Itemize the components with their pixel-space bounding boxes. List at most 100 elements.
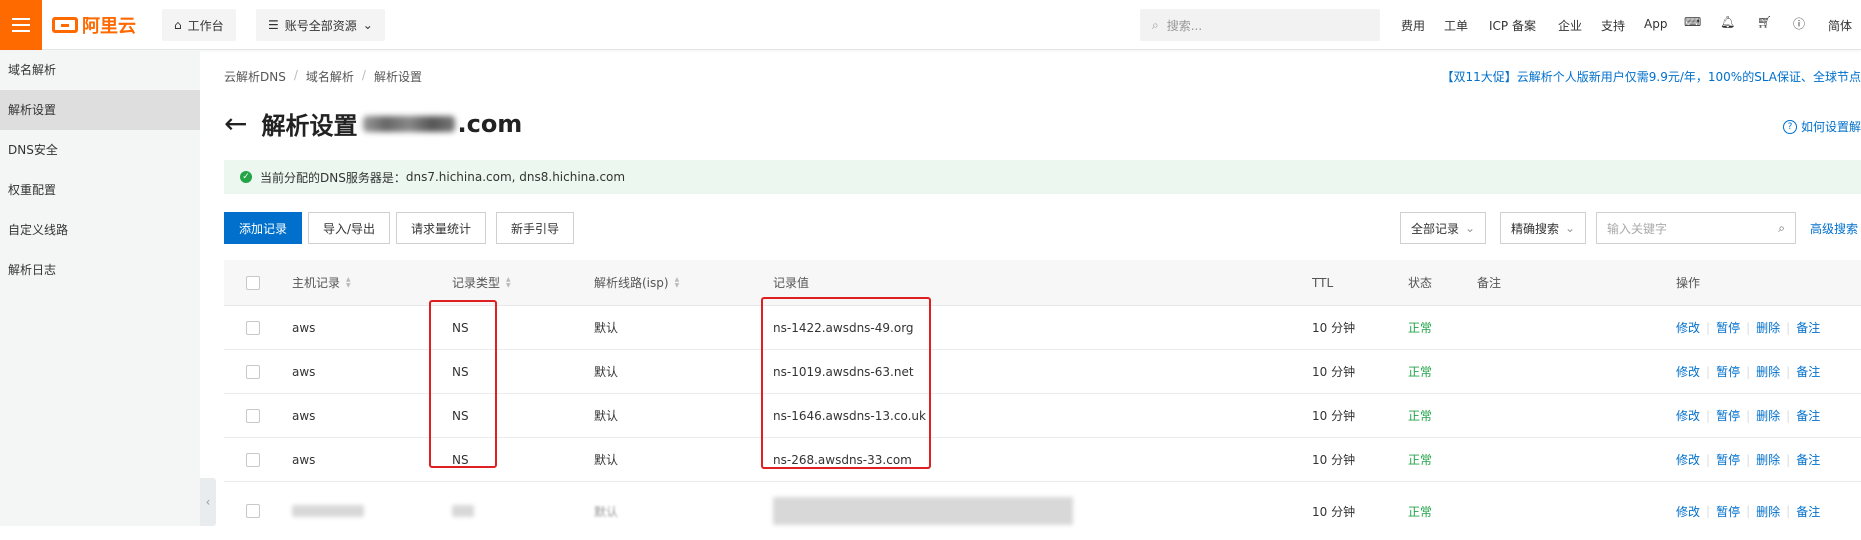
- breadcrumb-item-dns[interactable]: 云解析DNS: [224, 68, 286, 85]
- search-mode-select[interactable]: 精确搜索 ⌄: [1500, 212, 1586, 244]
- sort-icon: ▲▼: [346, 277, 351, 289]
- promo-banner[interactable]: 【双11大促】云解析个人版新用户仅需9.9元/年，100%的SLA保证、全球节点: [1442, 68, 1861, 85]
- bell-icon[interactable]: 🔔︎: [1720, 15, 1738, 33]
- aliyun-logo[interactable]: 阿里云: [52, 13, 136, 37]
- sidebar-item-dns-security[interactable]: DNS安全: [0, 130, 200, 170]
- row-checkbox[interactable]: [246, 453, 260, 467]
- import-export-button[interactable]: 导入/导出: [308, 212, 390, 244]
- nav-link-icp[interactable]: ICP 备案: [1489, 17, 1536, 34]
- search-icon: ⌕: [1152, 18, 1159, 33]
- col-line[interactable]: 解析线路(isp)▲▼: [594, 260, 679, 305]
- nav-link-ticket[interactable]: 工单: [1444, 17, 1468, 34]
- advanced-search-link[interactable]: 高级搜索: [1810, 220, 1858, 237]
- terminal-icon[interactable]: ⌨: [1684, 15, 1702, 33]
- keyword-search-input[interactable]: 输入关键字 ⌕: [1596, 212, 1796, 244]
- edit-link[interactable]: 修改: [1676, 319, 1700, 336]
- pause-link[interactable]: 暂停: [1716, 451, 1740, 468]
- remark-link[interactable]: 备注: [1796, 503, 1820, 520]
- back-arrow-icon[interactable]: ←: [224, 110, 247, 138]
- host-cell: aws: [292, 350, 315, 393]
- chevron-down-icon: ⌄: [363, 18, 373, 32]
- row-checkbox[interactable]: [246, 409, 260, 423]
- request-stats-button[interactable]: 请求量统计: [396, 212, 486, 244]
- remark-link[interactable]: 备注: [1796, 451, 1820, 468]
- notice-servers: dns7.hichina.com, dns8.hichina.com: [406, 170, 625, 184]
- language-switch[interactable]: 简体: [1828, 17, 1852, 34]
- sort-icon: ▲▼: [675, 277, 680, 289]
- remark-link[interactable]: 备注: [1796, 407, 1820, 424]
- sidebar-item-resolution-log[interactable]: 解析日志: [0, 250, 200, 290]
- sidebar-item-domain-resolution[interactable]: 域名解析: [0, 50, 200, 90]
- remark-link[interactable]: 备注: [1796, 319, 1820, 336]
- pause-link[interactable]: 暂停: [1716, 319, 1740, 336]
- col-type-label: 记录类型: [452, 274, 500, 291]
- search-placeholder: 搜索...: [1167, 17, 1202, 34]
- domain-suffix: .com: [457, 110, 522, 138]
- question-icon: ?: [1783, 120, 1797, 134]
- menu-icon[interactable]: [0, 0, 42, 50]
- col-type[interactable]: 记录类型▲▼: [452, 260, 511, 305]
- nav-link-app[interactable]: App: [1644, 17, 1667, 31]
- line-cell: 默认: [594, 482, 618, 540]
- line-cell: 默认: [594, 438, 618, 481]
- workbench-button[interactable]: ⌂ 工作台: [162, 9, 236, 41]
- notice-label: 当前分配的DNS服务器是：: [260, 169, 406, 186]
- delete-link[interactable]: 删除: [1756, 451, 1780, 468]
- sidebar-item-resolution-settings[interactable]: 解析设置: [0, 90, 200, 130]
- nav-link-billing[interactable]: 费用: [1401, 17, 1425, 34]
- sidebar-item-custom-line[interactable]: 自定义线路: [0, 210, 200, 250]
- pause-link[interactable]: 暂停: [1716, 407, 1740, 424]
- howto-text: 如何设置解: [1801, 118, 1861, 135]
- breadcrumb-item-domain[interactable]: 域名解析: [306, 68, 354, 85]
- record-filter-select[interactable]: 全部记录 ⌄: [1400, 212, 1486, 244]
- delete-link[interactable]: 删除: [1756, 319, 1780, 336]
- edit-link[interactable]: 修改: [1676, 503, 1700, 520]
- ttl-cell: 10 分钟: [1312, 482, 1355, 540]
- row-checkbox[interactable]: [246, 321, 260, 335]
- logo-text: 阿里云: [82, 12, 136, 38]
- sidebar-item-weight-config[interactable]: 权重配置: [0, 170, 200, 210]
- blurred-domain-name: [363, 116, 455, 132]
- help-icon[interactable]: ⓘ: [1793, 15, 1811, 33]
- add-record-button[interactable]: 添加记录: [224, 212, 302, 244]
- table-row: 默认 10 分钟 正常 修改| 暂停| 删除| 备注: [224, 482, 1861, 540]
- row-checkbox[interactable]: [246, 365, 260, 379]
- highlight-record-type: [429, 300, 497, 468]
- status-cell: 正常: [1408, 438, 1432, 481]
- delete-link[interactable]: 删除: [1756, 407, 1780, 424]
- edit-link[interactable]: 修改: [1676, 407, 1700, 424]
- row-actions: 修改| 暂停| 删除| 备注: [1676, 350, 1820, 393]
- record-filter-value: 全部记录: [1411, 220, 1459, 237]
- status-cell: 正常: [1408, 482, 1432, 540]
- edit-link[interactable]: 修改: [1676, 451, 1700, 468]
- delete-link[interactable]: 删除: [1756, 363, 1780, 380]
- delete-link[interactable]: 删除: [1756, 503, 1780, 520]
- pause-link[interactable]: 暂停: [1716, 363, 1740, 380]
- edit-link[interactable]: 修改: [1676, 363, 1700, 380]
- blurred-type: [452, 505, 474, 517]
- select-all-checkbox[interactable]: [246, 276, 260, 290]
- howto-link[interactable]: ? 如何设置解: [1783, 118, 1861, 135]
- row-actions: 修改| 暂停| 删除| 备注: [1676, 306, 1820, 349]
- global-search-input[interactable]: ⌕ 搜索...: [1140, 9, 1380, 41]
- page-header: ← 解析设置 .com: [224, 106, 522, 141]
- chevron-down-icon: ⌄: [1465, 221, 1475, 235]
- nav-link-enterprise[interactable]: 企业: [1558, 17, 1582, 34]
- search-icon[interactable]: ⌕: [1778, 221, 1785, 236]
- blurred-value: [773, 497, 1073, 525]
- sidebar: 域名解析 解析设置 DNS安全 权重配置 自定义线路 解析日志: [0, 50, 200, 526]
- cart-icon[interactable]: 🛒︎: [1757, 15, 1775, 33]
- beginner-guide-button[interactable]: 新手引导: [496, 212, 574, 244]
- col-host[interactable]: 主机记录▲▼: [292, 260, 351, 305]
- col-status: 状态: [1408, 260, 1432, 305]
- ttl-cell: 10 分钟: [1312, 394, 1355, 437]
- ttl-cell: 10 分钟: [1312, 438, 1355, 481]
- row-checkbox[interactable]: [246, 504, 260, 518]
- remark-link[interactable]: 备注: [1796, 363, 1820, 380]
- check-circle-icon: ✓: [240, 171, 252, 183]
- main-content: 云解析DNS / 域名解析 / 解析设置 【双11大促】云解析个人版新用户仅需9…: [200, 50, 1861, 526]
- page-title-text: 解析设置: [261, 106, 357, 141]
- nav-link-support[interactable]: 支持: [1601, 17, 1625, 34]
- resources-dropdown[interactable]: ☰ 账号全部资源 ⌄: [256, 9, 385, 41]
- pause-link[interactable]: 暂停: [1716, 503, 1740, 520]
